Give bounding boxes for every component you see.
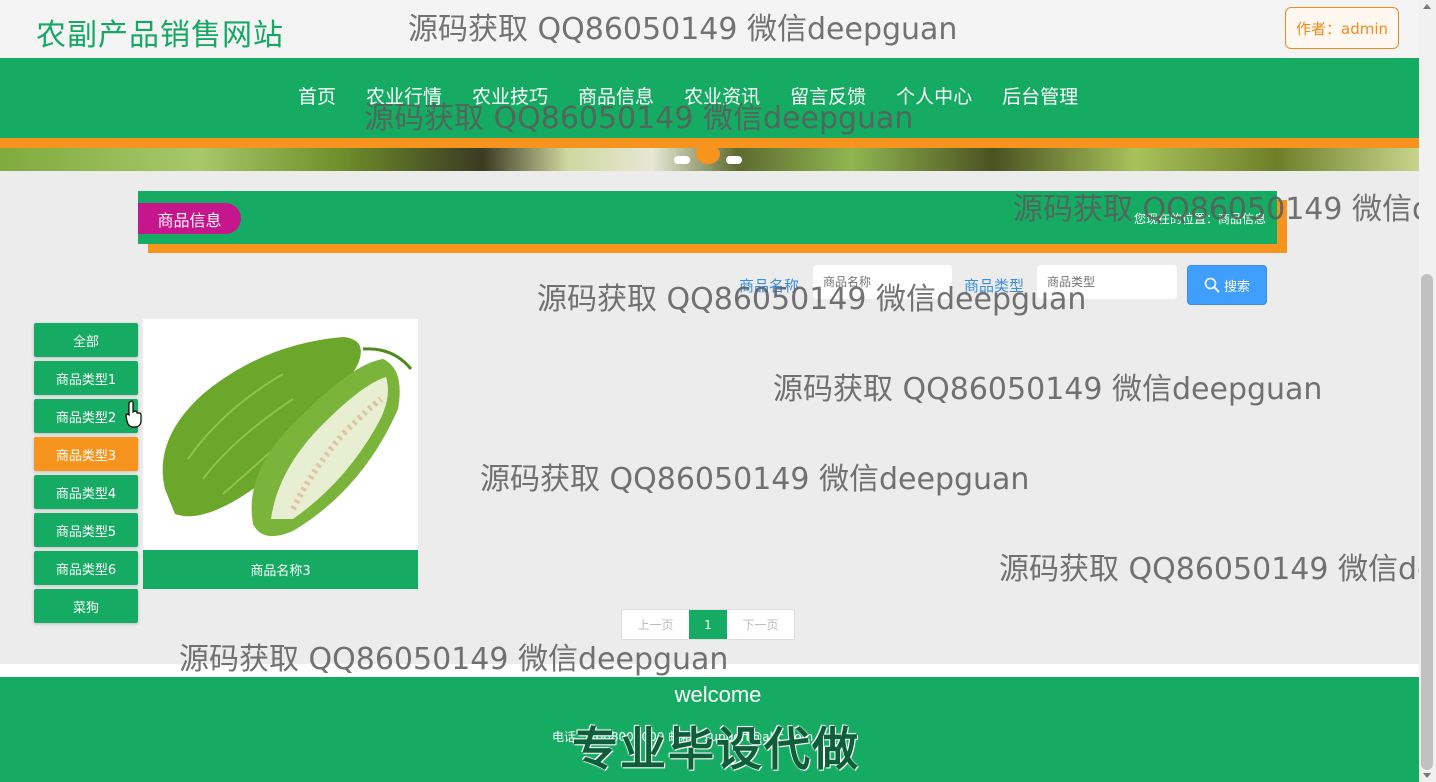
- category-type6[interactable]: 商品类型6: [34, 551, 138, 585]
- nav-item-admin[interactable]: 后台管理: [987, 82, 1093, 109]
- name-search-label: 商品名称: [739, 277, 800, 295]
- nav-item-feedback[interactable]: 留言反馈: [775, 82, 881, 109]
- nav-item-tips[interactable]: 农业技巧: [457, 82, 563, 109]
- category-type2[interactable]: 商品类型2: [34, 399, 138, 433]
- main-nav: 首页 农业行情 农业技巧 商品信息 农业资讯 留言反馈 个人中心 后台管理: [0, 58, 1419, 138]
- search-button-label: 搜索: [1223, 279, 1250, 295]
- breadcrumb: [138, 191, 1277, 244]
- section-title: 商品信息: [138, 203, 241, 234]
- type-search-label: 商品类型: [964, 277, 1025, 295]
- nav-item-market[interactable]: 农业行情: [351, 82, 457, 109]
- product-card[interactable]: 商品名称3: [143, 319, 418, 589]
- carousel-dot-3[interactable]: [726, 156, 742, 164]
- nav-stripe: [0, 138, 1419, 148]
- type-search-input[interactable]: [1037, 265, 1177, 299]
- search-icon: [1204, 277, 1220, 293]
- product-image: [143, 319, 418, 550]
- breadcrumb-location: 您现在的位置：商品信息: [1133, 212, 1266, 226]
- scroll-down-arrow[interactable]: [1423, 773, 1431, 778]
- footer-spacer: [0, 664, 1419, 677]
- category-type4[interactable]: 商品类型4: [34, 475, 138, 509]
- footer: welcome 电话：4008000000 邮箱：support@abc.com…: [0, 677, 1419, 782]
- hand-cursor-icon: [125, 400, 142, 428]
- watermark: 源码获取 QQ86050149 微信deepguan: [480, 462, 1030, 497]
- product-name: 商品名称3: [143, 550, 418, 589]
- carousel-dot-2[interactable]: [696, 148, 720, 164]
- nav-item-home[interactable]: 首页: [283, 82, 351, 109]
- author-button[interactable]: 作者：admin: [1285, 7, 1399, 49]
- watermark: 源码获取 QQ86050149 微信deepguan: [999, 552, 1436, 587]
- prev-page-button[interactable]: 上一页: [622, 610, 689, 639]
- scroll-thumb[interactable]: [1421, 274, 1433, 770]
- nav-item-news[interactable]: 农业资讯: [669, 82, 775, 109]
- nav-item-products[interactable]: 商品信息: [563, 82, 669, 109]
- footer-overlay-text: 专业毕设代做: [572, 722, 860, 776]
- category-all[interactable]: 全部: [34, 323, 138, 357]
- top-bar: 农副产品销售网站 作者：admin: [0, 0, 1419, 58]
- page-scrollbar[interactable]: [1419, 0, 1436, 782]
- site-title: 农副产品销售网站: [36, 18, 284, 53]
- pagination: 上一页 1 下一页: [621, 609, 795, 640]
- banner-carousel: [0, 148, 1419, 171]
- category-type5[interactable]: 商品类型5: [34, 513, 138, 547]
- category-type1[interactable]: 商品类型1: [34, 361, 138, 395]
- watermark: 源码获取 QQ86050149 微信deepguan: [773, 372, 1323, 407]
- category-caigou[interactable]: 菜狗: [34, 589, 138, 623]
- scroll-up-arrow[interactable]: [1423, 4, 1431, 9]
- next-page-button[interactable]: 下一页: [727, 610, 794, 639]
- category-type3[interactable]: 商品类型3: [34, 437, 138, 471]
- carousel-dot-1[interactable]: [674, 156, 690, 164]
- name-search-input[interactable]: [813, 265, 952, 299]
- footer-welcome: welcome: [674, 682, 762, 707]
- nav-item-profile[interactable]: 个人中心: [881, 82, 987, 109]
- page-number-1[interactable]: 1: [689, 610, 727, 639]
- search-button[interactable]: 搜索: [1187, 265, 1267, 305]
